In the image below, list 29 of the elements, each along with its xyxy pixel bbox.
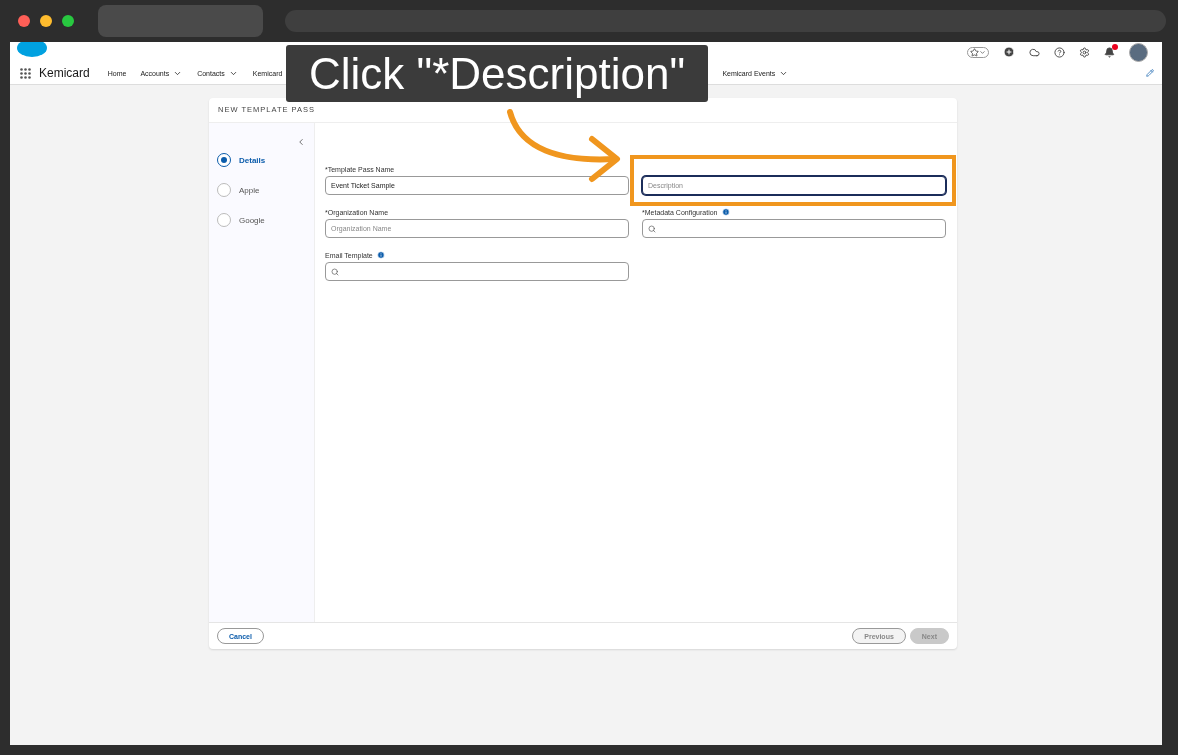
search-icon bbox=[648, 224, 656, 233]
settings-icon[interactable] bbox=[1079, 46, 1090, 58]
step-label[interactable]: Apple bbox=[239, 185, 260, 195]
radio-icon[interactable] bbox=[217, 153, 231, 167]
app-launcher-icon[interactable] bbox=[20, 67, 31, 79]
info-icon[interactable] bbox=[721, 208, 730, 216]
star-icon bbox=[970, 47, 979, 57]
app-name: Kemicard bbox=[39, 66, 90, 80]
caret-icon bbox=[979, 48, 986, 56]
edit-icon[interactable] bbox=[1146, 69, 1154, 77]
cloud-icon[interactable] bbox=[1029, 46, 1040, 58]
close-icon[interactable] bbox=[18, 15, 30, 27]
add-icon[interactable] bbox=[1003, 46, 1015, 58]
search-field[interactable] bbox=[325, 262, 629, 281]
help-icon[interactable] bbox=[1054, 46, 1065, 58]
info-icon[interactable] bbox=[376, 251, 385, 259]
search-field[interactable] bbox=[642, 219, 946, 238]
maximize-icon[interactable] bbox=[62, 15, 74, 27]
step-label[interactable]: Google bbox=[239, 215, 265, 225]
cloud-logo bbox=[16, 42, 48, 58]
step-label[interactable]: Details bbox=[239, 155, 266, 165]
bell-icon[interactable] bbox=[1104, 46, 1115, 58]
instruction-callout: Click "*Description" bbox=[286, 45, 708, 102]
collapse-icon[interactable] bbox=[296, 137, 306, 147]
search-icon bbox=[331, 267, 339, 276]
radio-icon[interactable] bbox=[217, 183, 231, 197]
minimize-icon[interactable] bbox=[40, 15, 52, 27]
radio-icon[interactable] bbox=[217, 213, 231, 227]
avatar[interactable] bbox=[1129, 42, 1148, 62]
